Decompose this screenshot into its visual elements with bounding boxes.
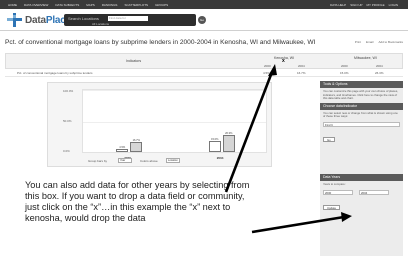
cell-value: 16.7% (297, 71, 306, 75)
tools-sidebar: Tools & Options You can customize this p… (320, 81, 403, 256)
y-tick-label: 100.0% (63, 89, 74, 93)
page-title: Pct. of conventional mortgage loans by s… (5, 39, 316, 46)
chart-bar (116, 149, 129, 152)
remove-kenosha-button[interactable]: x (282, 58, 285, 64)
nav-sign-up[interactable]: Sign Up (350, 3, 362, 7)
chart-bar (222, 135, 235, 152)
bar-value-label: 15.0% (211, 138, 219, 142)
nav-my-profile[interactable]: My Profile (367, 3, 385, 7)
nav-data-overview[interactable]: Data Overview (24, 3, 48, 7)
year-from-select[interactable]: 2000 (323, 189, 353, 195)
find-indicator-field[interactable]: Find It (323, 121, 400, 127)
site-header: DataPlace Search Locations Find data for… (0, 9, 408, 31)
chart-bar (208, 141, 221, 152)
nav-rankings[interactable]: Rankings (102, 3, 118, 7)
cell-value: 15.0% (340, 71, 349, 75)
user-links: Data Help Sign Up My Profile Login (330, 0, 402, 9)
year-header: 2004 (376, 64, 383, 68)
y-tick-label: 50.0% (63, 119, 72, 123)
sidebar-section-header: Choose data/indicator (320, 102, 403, 110)
sidebar-help-text: You can select new or change from what i… (323, 110, 398, 119)
milwaukee-header[interactable]: Milwaukee, WI (354, 56, 377, 60)
search-go-button[interactable]: Go (198, 16, 206, 24)
update-years-button[interactable]: Update (323, 204, 341, 210)
colors-label: Colors above (140, 159, 158, 163)
year-header: 2000 (341, 64, 348, 68)
cell-value: 26.3% (375, 71, 384, 75)
indicators-header: Indicators (126, 59, 142, 63)
nav-scatterplots[interactable]: Scatterplots (124, 3, 148, 7)
bookmark-link[interactable]: Add to Bookmarks (378, 40, 403, 44)
year-header: 2004 (298, 64, 305, 68)
logo-mark-icon (7, 13, 23, 27)
chart-panel: 100.0% 50.0% 0.0% 4.5%16.7%200015.0%26.3… (47, 82, 272, 167)
sidebar-section-header: Tools & Options (320, 81, 403, 88)
colors-select[interactable]: Location (166, 158, 180, 163)
table-header: Indicators Kenosha, WI x Milwaukee, WI 2… (5, 53, 403, 69)
search-scope-select[interactable]: All Locations (92, 22, 109, 26)
y-tick-label: 0.0% (63, 149, 70, 153)
chart-bar (130, 142, 143, 152)
nav-data-subjects[interactable]: Data Subjects (55, 3, 79, 7)
site-logo[interactable]: DataPlace (7, 13, 71, 27)
nav-groups[interactable]: Groups (155, 3, 168, 7)
nav-data-help[interactable]: Data Help (330, 3, 346, 7)
sidebar-section-header: Data Years (320, 173, 403, 181)
email-link[interactable]: Email (366, 40, 374, 44)
sidebar-help-text: You can customize this page with your ow… (323, 89, 398, 101)
year-header: 2000 (264, 64, 271, 68)
annotation-callout: You can also add data for other years by… (25, 180, 250, 223)
bar-value-label: 16.7% (132, 139, 140, 143)
page-actions: Print Email Add to Bookmarks (350, 40, 403, 44)
year-to-select[interactable]: 2004 (359, 189, 389, 195)
bar-value-label: 4.5% (119, 146, 126, 150)
find-go-button[interactable]: Go (323, 136, 335, 142)
top-navigation: Home Data Overview Data Subjects Maps Ra… (0, 0, 408, 9)
search-label: Search Locations (68, 16, 99, 21)
nav-maps[interactable]: Maps (86, 3, 95, 7)
nav-login[interactable]: Login (389, 3, 398, 7)
x-category-label: 2004 (216, 156, 224, 160)
group-by-label: Group bars by (88, 159, 108, 163)
search-input[interactable]: Find data for (108, 16, 148, 21)
group-by-select[interactable]: Year (118, 158, 132, 163)
sidebar-help-text: Years to compare: (323, 181, 346, 186)
cell-value: 4.5% (263, 71, 270, 75)
print-link[interactable]: Print (355, 40, 361, 44)
location-search: Search Locations Find data for All Locat… (64, 14, 196, 26)
chart-plot-area: 4.5%16.7%200015.0%26.3%2004 (82, 89, 267, 160)
row-label[interactable]: Pct. of conventional mortgage loans by s… (17, 71, 93, 75)
nav-home[interactable]: Home (8, 3, 17, 7)
bar-value-label: 26.3% (225, 132, 233, 136)
table-row: Pct. of conventional mortgage loans by s… (5, 69, 403, 77)
